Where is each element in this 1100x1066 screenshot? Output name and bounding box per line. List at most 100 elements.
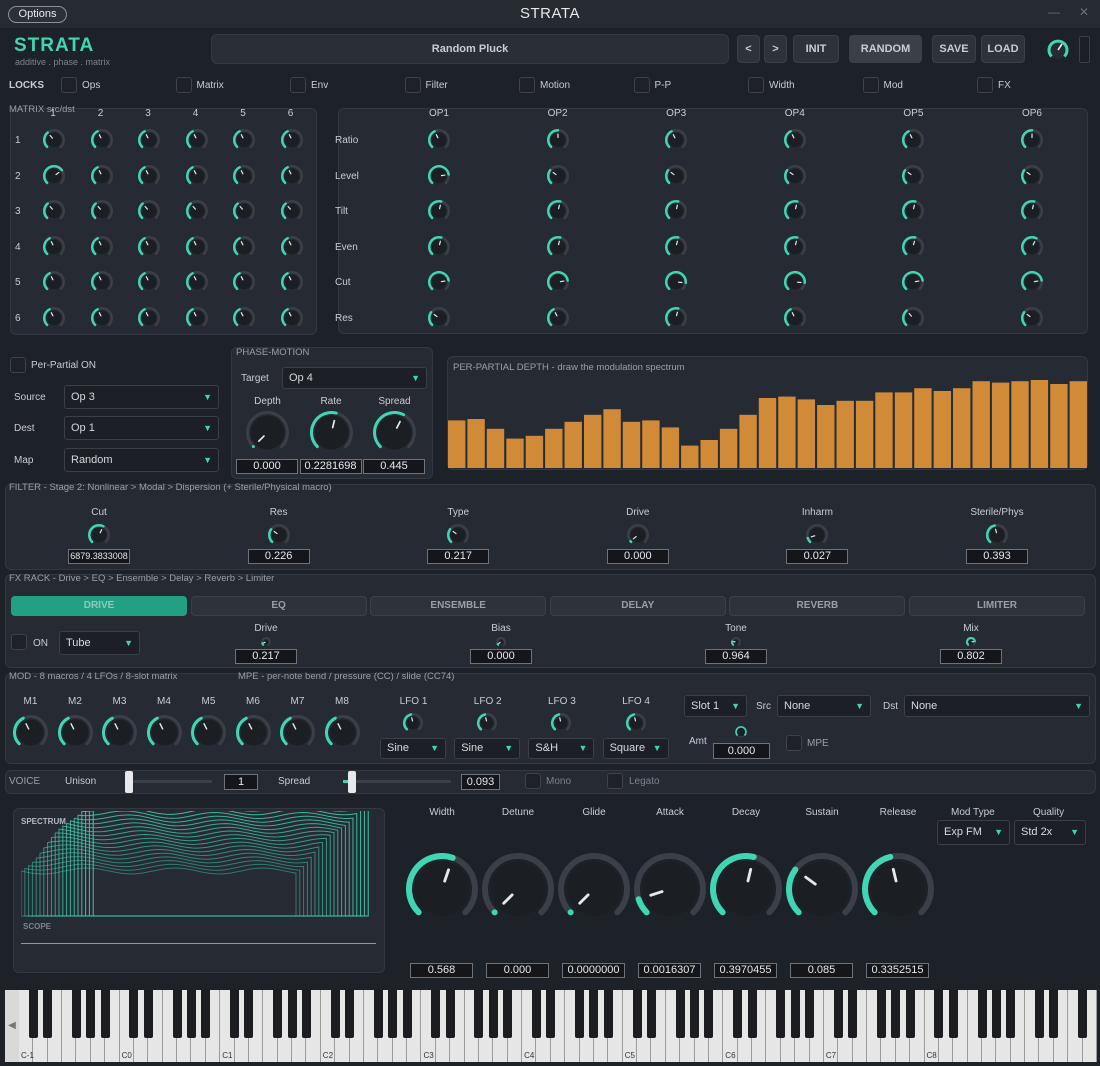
env-detune-value[interactable]: 0.000: [486, 963, 549, 978]
init-button[interactable]: INIT: [793, 35, 839, 63]
lock-matrix-checkbox[interactable]: [175, 77, 192, 93]
op-knob-res-5[interactable]: [901, 306, 925, 330]
op-knob-cut-1[interactable]: [427, 270, 451, 294]
spread-value[interactable]: 0.093: [461, 774, 500, 790]
phase-depth-value[interactable]: 0.000: [236, 459, 298, 474]
black-key[interactable]: [201, 990, 211, 1038]
env-decay-knob[interactable]: [709, 852, 783, 926]
black-key[interactable]: [833, 990, 843, 1038]
black-key[interactable]: [244, 990, 254, 1038]
filter-res-value[interactable]: 0.226: [247, 549, 310, 564]
env-width-knob[interactable]: [405, 852, 479, 926]
filter-type-knob[interactable]: [446, 523, 470, 547]
black-key[interactable]: [431, 990, 441, 1038]
matrix-knob-6-5[interactable]: [232, 306, 256, 330]
macro-m6-knob[interactable]: [235, 714, 272, 751]
env-decay-value[interactable]: 0.3970455: [714, 963, 777, 978]
next-preset-button[interactable]: >: [764, 35, 787, 63]
matrix-knob-4-1[interactable]: [42, 235, 66, 259]
black-key[interactable]: [86, 990, 96, 1038]
black-key[interactable]: [474, 990, 484, 1038]
op-knob-tilt-4[interactable]: [783, 199, 807, 223]
op-knob-cut-6[interactable]: [1020, 270, 1044, 294]
minimize-icon[interactable]: —: [1046, 5, 1062, 21]
mod-amount-value[interactable]: 0.000: [713, 743, 770, 759]
matrix-knob-2-4[interactable]: [185, 164, 209, 188]
env-attack-value[interactable]: 0.0016307: [638, 963, 701, 978]
lfo-1-shape-select[interactable]: Sine ▼: [380, 738, 446, 759]
phase-depth-knob[interactable]: [245, 410, 290, 455]
black-key[interactable]: [546, 990, 556, 1038]
lfo-4-shape-select[interactable]: Square ▼: [602, 738, 669, 759]
lfo-3-rate-knob[interactable]: [550, 712, 572, 734]
op-knob-even-3[interactable]: [664, 235, 688, 259]
black-key[interactable]: [589, 990, 599, 1038]
fx-tab-delay[interactable]: DELAY: [549, 596, 726, 616]
op-knob-level-4[interactable]: [783, 164, 807, 188]
matrix-knob-1-3[interactable]: [137, 128, 161, 152]
op-knob-level-1[interactable]: [427, 164, 451, 188]
matrix-knob-1-4[interactable]: [185, 128, 209, 152]
op-knob-tilt-3[interactable]: [664, 199, 688, 223]
black-key[interactable]: [100, 990, 110, 1038]
env-sustain-knob[interactable]: [785, 852, 859, 926]
macro-m1-knob[interactable]: [12, 714, 49, 751]
filter-res-knob[interactable]: [267, 523, 291, 547]
depth-editor[interactable]: [447, 380, 1088, 470]
filter-cut-knob[interactable]: [87, 523, 111, 547]
quality-select[interactable]: Std 2x ▼: [1014, 820, 1086, 845]
black-key[interactable]: [776, 990, 786, 1038]
matrix-knob-2-6[interactable]: [280, 164, 304, 188]
matrix-knob-4-2[interactable]: [90, 235, 114, 259]
modtype-select[interactable]: Exp FM ▼: [937, 820, 1010, 845]
black-key[interactable]: [143, 990, 153, 1038]
mod-slot-select[interactable]: Slot 1 ▼: [684, 695, 747, 717]
black-key[interactable]: [503, 990, 513, 1038]
fx-bias-knob[interactable]: [495, 636, 507, 648]
black-key[interactable]: [488, 990, 498, 1038]
env-glide-value[interactable]: 0.0000000: [562, 963, 625, 978]
macro-m5-knob[interactable]: [190, 714, 227, 751]
matrix-knob-4-4[interactable]: [185, 235, 209, 259]
env-attack-knob[interactable]: [633, 852, 707, 926]
op-knob-even-1[interactable]: [427, 235, 451, 259]
fx-tab-eq[interactable]: EQ: [190, 596, 367, 616]
map-select[interactable]: Random ▼: [64, 448, 219, 472]
black-key[interactable]: [445, 990, 455, 1038]
black-key[interactable]: [301, 990, 311, 1038]
env-sustain-value[interactable]: 0.085: [790, 963, 853, 978]
env-detune-knob[interactable]: [481, 852, 555, 926]
phase-spread-knob[interactable]: [372, 410, 417, 455]
op-knob-ratio-1[interactable]: [427, 128, 451, 152]
lfo-2-shape-select[interactable]: Sine ▼: [454, 738, 521, 759]
matrix-knob-2-5[interactable]: [232, 164, 256, 188]
op-knob-level-6[interactable]: [1020, 164, 1044, 188]
filter-drive-knob[interactable]: [626, 523, 650, 547]
mod-src-select[interactable]: None ▼: [777, 695, 871, 717]
black-key[interactable]: [129, 990, 139, 1038]
black-key[interactable]: [603, 990, 613, 1038]
black-key[interactable]: [402, 990, 412, 1038]
filter-type-value[interactable]: 0.217: [427, 549, 490, 564]
black-key[interactable]: [345, 990, 355, 1038]
filter-cut-value[interactable]: 6879.3833008: [68, 549, 130, 564]
black-key[interactable]: [905, 990, 915, 1038]
op-knob-even-5[interactable]: [901, 235, 925, 259]
matrix-knob-1-5[interactable]: [232, 128, 256, 152]
filter-sterile-phys-knob[interactable]: [985, 523, 1009, 547]
black-key[interactable]: [991, 990, 1001, 1038]
filter-inharm-knob[interactable]: [805, 523, 829, 547]
matrix-knob-6-6[interactable]: [280, 306, 304, 330]
env-glide-knob[interactable]: [557, 852, 631, 926]
op-knob-res-6[interactable]: [1020, 306, 1044, 330]
fx-mode-select[interactable]: Tube ▼: [59, 631, 140, 655]
op-knob-ratio-4[interactable]: [783, 128, 807, 152]
black-key[interactable]: [330, 990, 340, 1038]
fx-tone-value[interactable]: 0.964: [705, 649, 767, 664]
black-key[interactable]: [531, 990, 541, 1038]
close-icon[interactable]: ✕: [1076, 5, 1092, 21]
matrix-knob-2-2[interactable]: [90, 164, 114, 188]
op-knob-res-1[interactable]: [427, 306, 451, 330]
black-key[interactable]: [747, 990, 757, 1038]
dest-select[interactable]: Op 1 ▼: [64, 416, 219, 440]
